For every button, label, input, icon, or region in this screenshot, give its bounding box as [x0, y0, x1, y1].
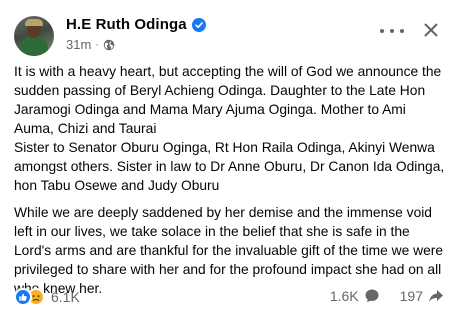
facebook-post: H.E Ruth Odinga 31m · It is with a heavy… [0, 0, 457, 317]
author-line: H.E Ruth Odinga [66, 16, 206, 33]
post-body: It is with a heavy heart, but accepting … [14, 62, 446, 298]
post-paragraph-2: While we are deeply saddened by her demi… [14, 205, 444, 296]
meta-separator: · [95, 38, 99, 51]
like-icon [14, 288, 32, 306]
author-name[interactable]: H.E Ruth Odinga [66, 16, 187, 33]
shares-count[interactable]: 197 [400, 288, 444, 304]
comments-count-value: 1.6K [329, 288, 359, 304]
share-icon [429, 290, 443, 302]
post-footer: 6.1K 1.6K 197 [14, 288, 444, 310]
globe-icon[interactable] [103, 39, 115, 51]
reactions-summary[interactable]: 6.1K [14, 288, 80, 306]
author-avatar[interactable] [14, 16, 54, 56]
reaction-count: 6.1K [51, 289, 80, 305]
more-options-icon[interactable] [380, 24, 404, 38]
shares-count-value: 197 [399, 288, 423, 304]
post-timestamp[interactable]: 31m [66, 37, 91, 52]
comments-count[interactable]: 1.6K [330, 288, 380, 304]
post-header: H.E Ruth Odinga 31m · [14, 10, 444, 58]
engagement-counts: 1.6K 197 [330, 288, 444, 304]
comment-icon [365, 289, 379, 303]
post-meta: 31m · [66, 37, 115, 52]
post-paragraph-1: It is with a heavy heart, but accepting … [14, 64, 445, 193]
close-icon[interactable] [422, 21, 440, 39]
verified-badge-icon [191, 17, 206, 32]
